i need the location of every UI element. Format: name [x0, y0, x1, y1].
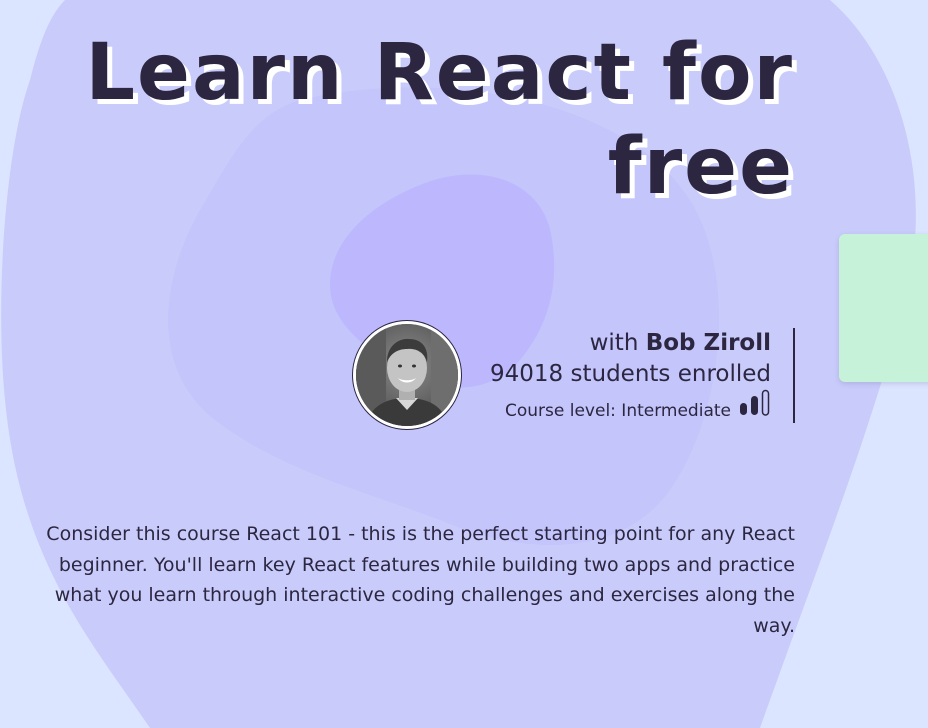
course-level: Course level: Intermediate: [371, 389, 771, 430]
instructor-byline: with Bob Ziroll: [371, 328, 771, 359]
students-enrolled: 94018 students enrolled: [490, 361, 771, 387]
with-prefix: with: [589, 330, 639, 356]
instructor-info: with Bob Ziroll 94018 students enrolled …: [371, 328, 771, 430]
instructor-divider: [793, 328, 795, 423]
instructor-name[interactable]: Bob Ziroll: [646, 330, 771, 356]
course-title: Learn React for free: [85, 28, 794, 212]
side-card-edge[interactable]: [839, 234, 928, 382]
level-bars-icon: [739, 389, 771, 427]
course-description: Consider this course React 101 - this is…: [46, 523, 795, 637]
course-level-label: Course level: Intermediate: [505, 401, 731, 421]
course-hero: Learn React for free with Bob Ziroll 940…: [0, 0, 928, 728]
